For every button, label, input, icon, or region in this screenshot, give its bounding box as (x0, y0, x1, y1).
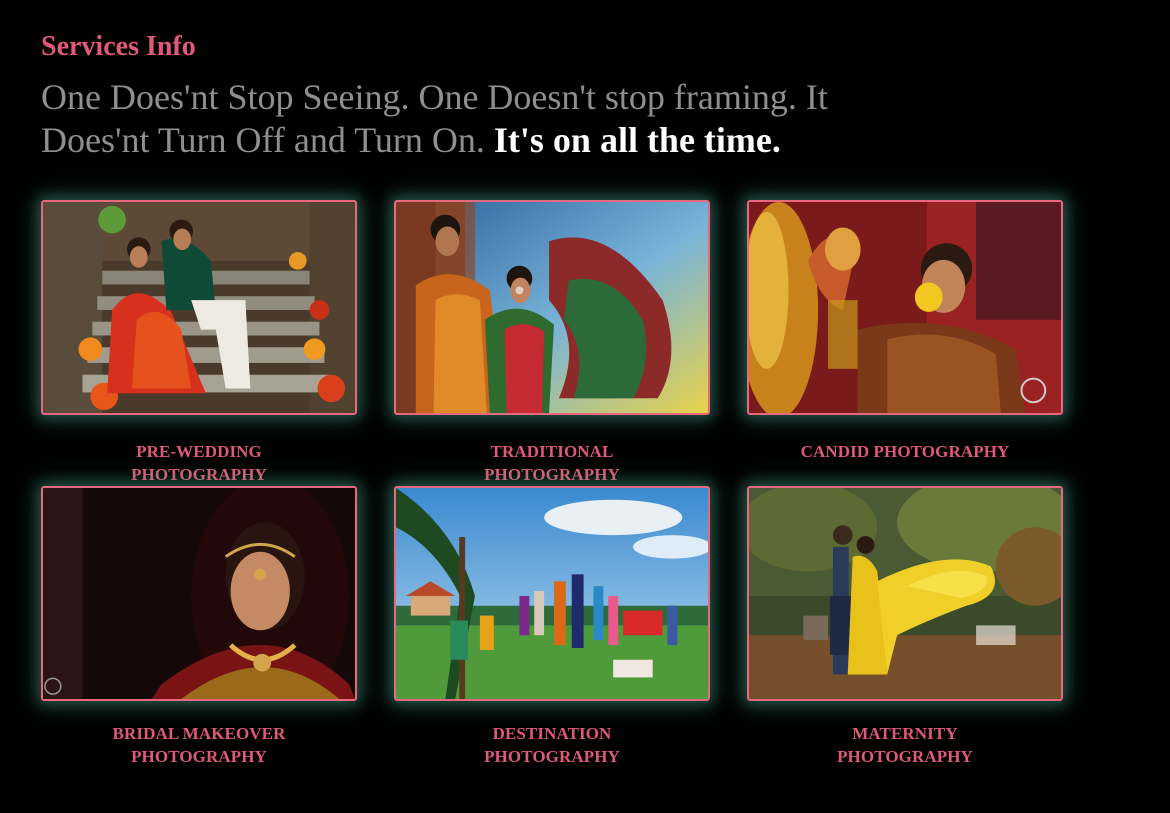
service-title[interactable]: MATERNITY PHOTOGRAPHY (785, 722, 1025, 768)
service-photo-bridal-makeover[interactable] (41, 486, 357, 701)
tagline: One Does'nt Stop Seeing. One Doesn't sto… (41, 76, 941, 162)
service-photo-candid[interactable] (747, 200, 1063, 415)
service-photo-maternity[interactable] (747, 486, 1063, 701)
service-card-bridal-makeover[interactable]: BRIDAL MAKEOVER PHOTOGRAPHY (41, 486, 357, 776)
service-title[interactable]: CANDID PHOTOGRAPHY (785, 440, 1025, 463)
section-label: Services Info (41, 31, 196, 62)
service-photo-destination[interactable] (394, 486, 710, 701)
tagline-emphasis: It's on all the time. (493, 120, 781, 160)
service-card-maternity[interactable]: MATERNITY PHOTOGRAPHY (747, 486, 1063, 776)
service-title[interactable]: PRE-WEDDING PHOTOGRAPHY (79, 440, 319, 486)
service-photo-traditional[interactable] (394, 200, 710, 415)
service-title[interactable]: TRADITIONAL PHOTOGRAPHY (432, 440, 672, 486)
service-title[interactable]: DESTINATION PHOTOGRAPHY (432, 722, 672, 768)
service-photo-pre-wedding[interactable] (41, 200, 357, 415)
service-card-pre-wedding[interactable]: PRE-WEDDING PHOTOGRAPHY (41, 200, 357, 486)
service-card-candid[interactable]: CANDID PHOTOGRAPHY (747, 200, 1063, 486)
service-title[interactable]: BRIDAL MAKEOVER PHOTOGRAPHY (79, 722, 319, 768)
service-card-destination[interactable]: DESTINATION PHOTOGRAPHY (394, 486, 710, 776)
services-grid: PRE-WEDDING PHOTOGRAPHY TRADITIONAL PHOT… (41, 200, 1071, 776)
service-card-traditional[interactable]: TRADITIONAL PHOTOGRAPHY (394, 200, 710, 486)
